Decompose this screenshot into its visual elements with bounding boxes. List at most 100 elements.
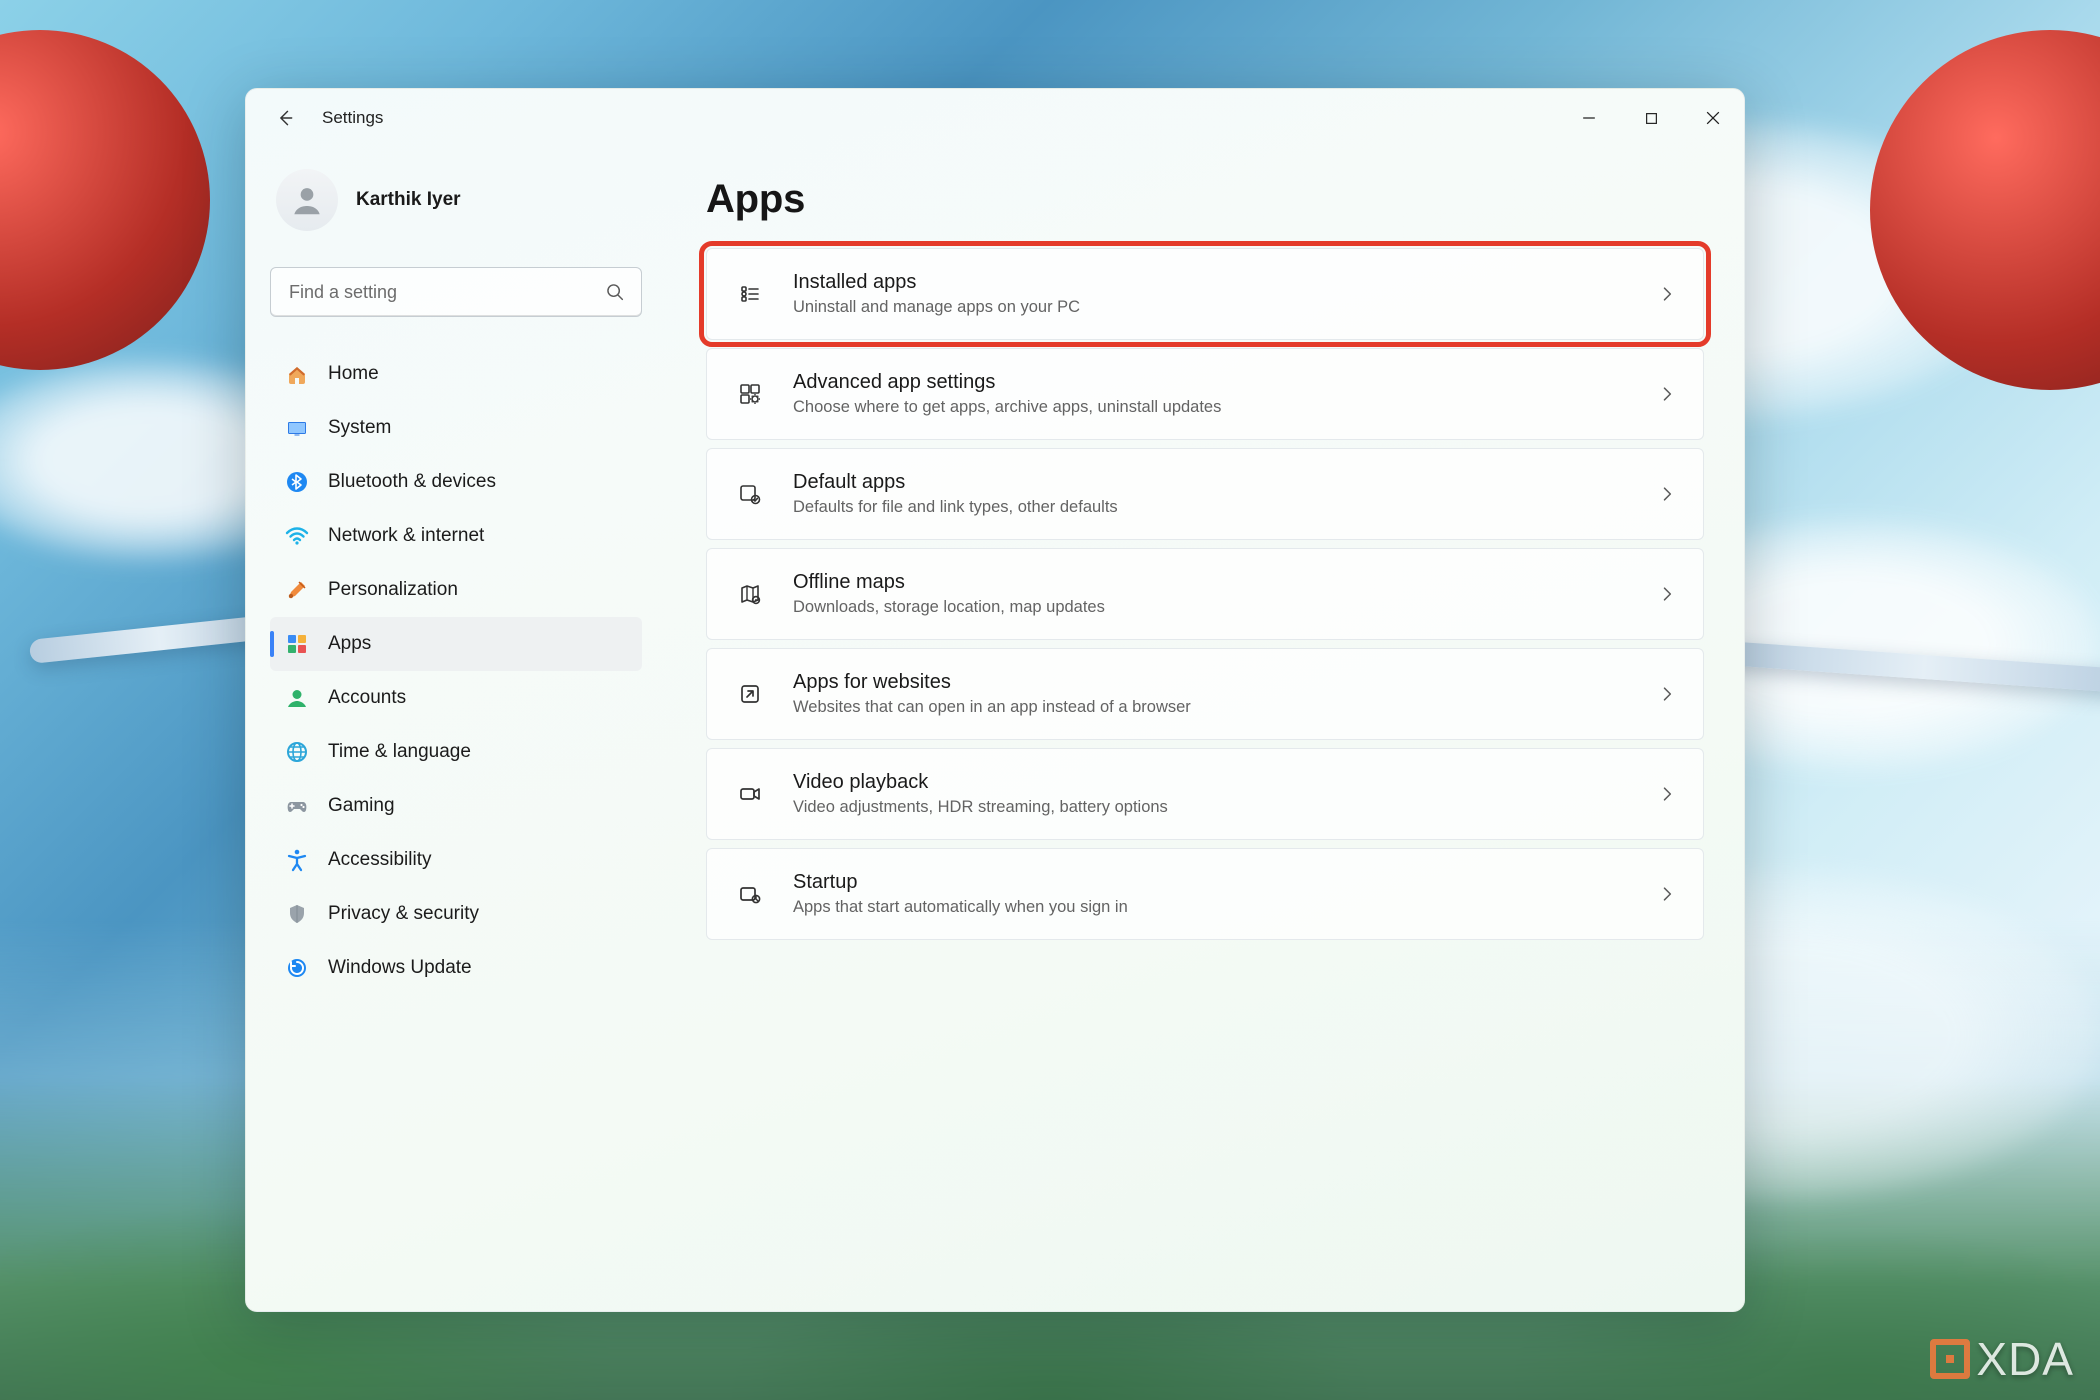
sidebar-item-home[interactable]: Home [270,347,642,401]
sidebar-item-label: Accessibility [328,849,431,871]
card-text: Default appsDefaults for file and link t… [793,471,1631,517]
arrow-left-icon [275,108,295,128]
avatar [276,169,338,231]
xda-logo-icon [1930,1339,1970,1379]
sidebar-item-label: Home [328,363,379,385]
search-input[interactable] [270,267,642,317]
video-icon [738,782,762,806]
sidebar-item-system[interactable]: System [270,401,642,455]
card-installed-apps[interactable]: Installed appsUninstall and manage apps … [706,248,1704,340]
close-button[interactable] [1682,89,1744,147]
sidebar-item-bluetooth-devices[interactable]: Bluetooth & devices [270,455,642,509]
chevron-right-icon [1657,784,1677,804]
card-video-playback[interactable]: Video playback Video adjustments, HDR str… [706,748,1704,840]
map-icon [738,582,762,606]
chevron-right-icon [1657,884,1677,904]
startup-icon [738,882,762,906]
sidebar-item-label: Bluetooth & devices [328,471,496,493]
sidebar-item-personalization[interactable]: Personalization [270,563,642,617]
shield-icon-wrap [284,901,310,927]
default-app-icon [738,482,762,506]
main-content: Apps Installed appsUninstall and manage … [666,147,1744,1311]
person-icon [288,181,326,219]
apps-gear-icon-wrap [733,377,767,411]
search-icon [604,281,626,303]
accounts-icon [285,686,309,710]
sidebar-item-label: Apps [328,633,371,655]
chevron-right-icon [1657,584,1677,604]
system-icon-wrap [284,415,310,441]
card-apps-for-websites[interactable]: Apps for websitesWebsites that can open … [706,648,1704,740]
link-square-icon [738,682,762,706]
app-title: Settings [322,108,383,128]
back-button[interactable] [268,101,302,135]
card-text: Offline mapsDownloads, storage location,… [793,571,1631,617]
video-icon-wrap [733,777,767,811]
card-subtitle: Uninstall and manage apps on your PC [793,298,1631,317]
sidebar-item-label: Privacy & security [328,903,479,925]
sidebar-item-accounts[interactable]: Accounts [270,671,642,725]
wifi-icon-wrap [284,523,310,549]
home-icon [285,362,309,386]
profile-name: Karthik Iyer [356,189,461,211]
startup-icon-wrap [733,877,767,911]
chevron-right-icon [1657,284,1677,304]
sidebar-item-accessibility[interactable]: Accessibility [270,833,642,887]
list-icon [738,282,762,306]
sidebar-item-apps[interactable]: Apps [270,617,642,671]
card-title: Video playback [793,771,1631,794]
card-startup[interactable]: Startup Apps that start automatically whe… [706,848,1704,940]
globe-icon [285,740,309,764]
sidebar-item-privacy-security[interactable]: Privacy & security [270,887,642,941]
sidebar-item-label: Gaming [328,795,395,817]
update-icon [285,956,309,980]
profile[interactable]: Karthik Iyer [266,157,646,251]
default-app-icon-wrap [733,477,767,511]
system-icon [285,416,309,440]
card-title: Advanced app settings [793,371,1631,394]
maximize-button[interactable] [1620,89,1682,147]
sidebar-nav: Home System Bluetooth & devices Network & i… [266,347,646,995]
card-offline-maps[interactable]: Offline mapsDownloads, storage location,… [706,548,1704,640]
card-default-apps[interactable]: Default appsDefaults for file and link t… [706,448,1704,540]
sidebar: Karthik Iyer Home System Bluetooth & devic… [246,147,666,1311]
update-icon-wrap [284,955,310,981]
watermark-text: XDA [1976,1332,2074,1386]
card-subtitle: Choose where to get apps, archive apps, … [793,398,1631,417]
accessibility-icon-wrap [284,847,310,873]
chevron-right-icon [1657,384,1677,404]
minimize-button[interactable] [1558,89,1620,147]
settings-cards-list: Installed appsUninstall and manage apps … [706,248,1704,940]
sidebar-item-gaming[interactable]: Gaming [270,779,642,833]
bluetooth-icon-wrap [284,469,310,495]
sidebar-item-network-internet[interactable]: Network & internet [270,509,642,563]
apps-icon-wrap [284,631,310,657]
card-text: Apps for websitesWebsites that can open … [793,671,1631,717]
sidebar-item-windows-update[interactable]: Windows Update [270,941,642,995]
globe-icon-wrap [284,739,310,765]
search-wrap [270,267,642,317]
link-square-icon-wrap [733,677,767,711]
minimize-icon [1582,111,1596,125]
card-subtitle: Websites that can open in an app instead… [793,698,1631,717]
card-subtitle: Video adjustments, HDR streaming, batter… [793,798,1631,817]
brush-icon-wrap [284,577,310,603]
settings-window: Settings Karthik Iyer [245,88,1745,1312]
card-subtitle: Apps that start automatically when you s… [793,898,1631,917]
card-text: Installed appsUninstall and manage apps … [793,271,1631,317]
wifi-icon [285,524,309,548]
titlebar: Settings [246,89,1744,147]
gaming-icon-wrap [284,793,310,819]
accounts-icon-wrap [284,685,310,711]
sidebar-item-label: Accounts [328,687,406,709]
card-advanced-app-settings[interactable]: Advanced app settings Choose where to get… [706,348,1704,440]
card-title: Startup [793,871,1631,894]
apps-icon [285,632,309,656]
card-subtitle: Downloads, storage location, map updates [793,598,1631,617]
bluetooth-icon [285,470,309,494]
close-icon [1706,111,1720,125]
card-text: Startup Apps that start automatically whe… [793,871,1631,917]
card-subtitle: Defaults for file and link types, other … [793,498,1631,517]
sidebar-item-time-language[interactable]: Time & language [270,725,642,779]
gaming-icon [285,794,309,818]
